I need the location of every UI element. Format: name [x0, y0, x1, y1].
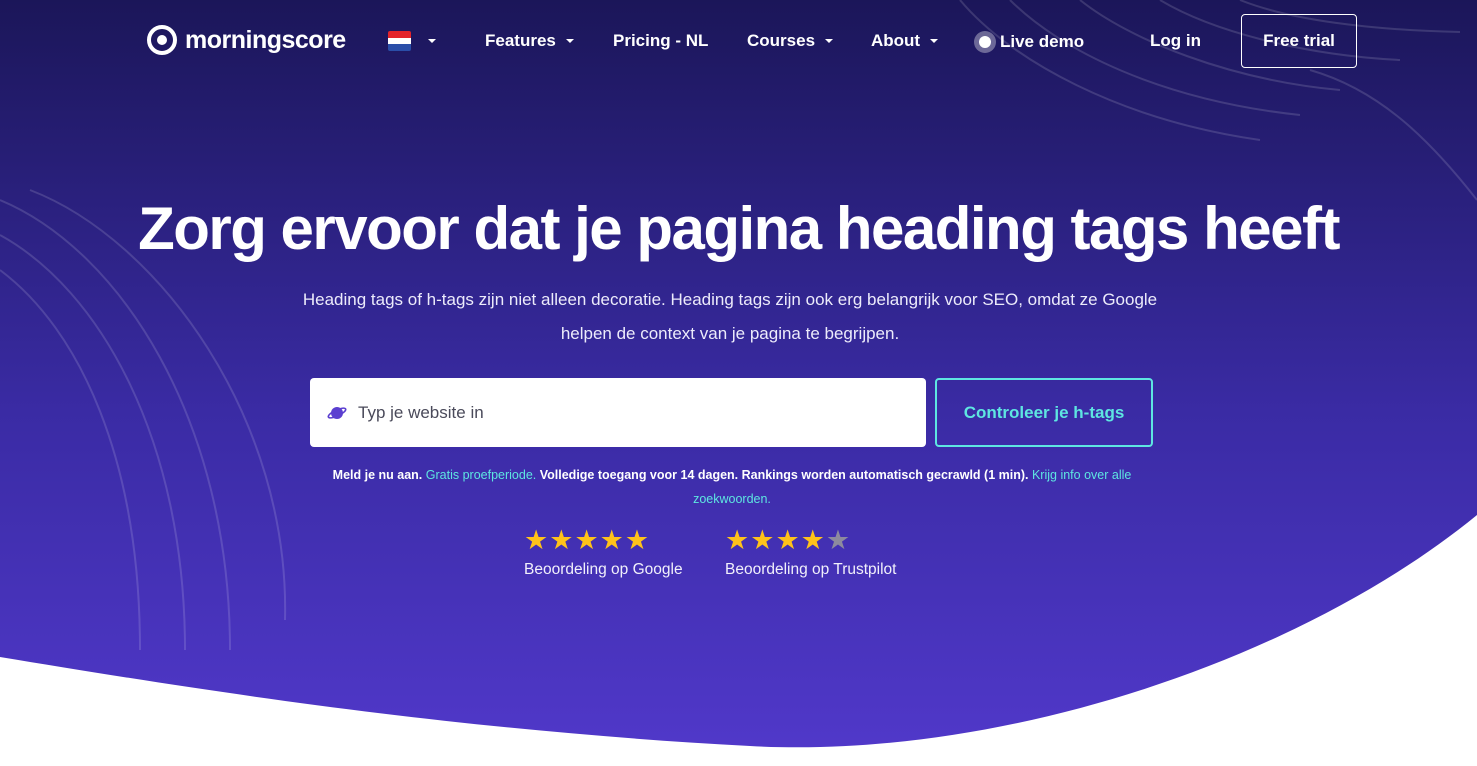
check-h-tags-button[interactable]: Controleer je h-tags [935, 378, 1153, 447]
nav-item-label: Features [485, 31, 556, 50]
chevron-down-icon [930, 39, 939, 43]
planet-icon [326, 402, 348, 424]
nav-item-label: Courses [747, 31, 816, 50]
netherlands-flag-icon[interactable] [388, 31, 411, 51]
google-rating[interactable]: ★ ★ ★ ★ ★ Beoordeling op Google [524, 527, 683, 579]
live-dot-icon [974, 31, 996, 53]
signup-note-text: Volledige toegang voor 14 dagen. Ranking… [539, 468, 1029, 482]
star-rating: ★ ★ ★ ★ ★ [725, 527, 896, 555]
website-input[interactable] [358, 402, 858, 423]
page-title: Zorg ervoor dat je pagina heading tags h… [138, 195, 1340, 262]
nav-item-about[interactable]: About [871, 31, 939, 51]
login-label: Log in [1150, 31, 1201, 50]
nav-item-features[interactable]: Features [485, 31, 574, 51]
check-h-tags-label: Controleer je h-tags [963, 402, 1125, 422]
trustpilot-rating[interactable]: ★ ★ ★ ★ ★ Beoordeling op Trustpilot [725, 527, 896, 579]
chevron-down-icon [565, 39, 574, 43]
signup-note-text: Meld je nu aan. [332, 468, 423, 482]
free-trial-button[interactable]: Free trial [1241, 14, 1357, 68]
logo-icon [147, 25, 177, 55]
star-icon: ★ [599, 525, 624, 556]
free-trial-link[interactable]: Gratis proefperiode. [426, 468, 536, 482]
free-trial-label: Free trial [1263, 31, 1335, 50]
top-navigation: morningscore Features Pricing - NL Cours… [0, 0, 1477, 84]
signup-note: Meld je nu aan. Gratis proefperiode. Vol… [330, 463, 1134, 511]
language-dropdown-caret-icon[interactable] [428, 39, 436, 43]
star-icon: ★ [549, 525, 574, 556]
nav-item-courses[interactable]: Courses [747, 31, 834, 51]
morningscore-logo[interactable]: morningscore [147, 25, 346, 55]
nav-item-pricing[interactable]: Pricing - NL [613, 31, 708, 51]
star-icon: ★ [624, 525, 650, 556]
star-rating: ★ ★ ★ ★ ★ [524, 527, 683, 555]
live-demo-label: Live demo [1000, 32, 1085, 51]
star-icon: ★ [775, 525, 800, 556]
rating-label: Beoordeling op Trustpilot [725, 561, 897, 578]
star-icon: ★ [574, 525, 599, 556]
nav-item-label: Pricing - NL [613, 31, 709, 50]
website-search-box[interactable] [310, 378, 926, 447]
star-empty-icon: ★ [825, 525, 851, 556]
star-icon: ★ [800, 525, 825, 556]
login-link[interactable]: Log in [1150, 31, 1201, 51]
star-icon: ★ [524, 525, 549, 556]
logo-text: morningscore [185, 25, 346, 54]
star-icon: ★ [750, 525, 775, 556]
rating-label: Beoordeling op Google [524, 561, 683, 578]
live-demo-link[interactable]: Live demo [974, 31, 1084, 53]
nav-item-label: About [871, 31, 921, 50]
hero-subtitle: Heading tags of h-tags zijn niet alleen … [302, 290, 1158, 343]
star-icon: ★ [725, 525, 750, 556]
hero-section: morningscore Features Pricing - NL Cours… [0, 0, 1477, 766]
chevron-down-icon [825, 39, 834, 43]
